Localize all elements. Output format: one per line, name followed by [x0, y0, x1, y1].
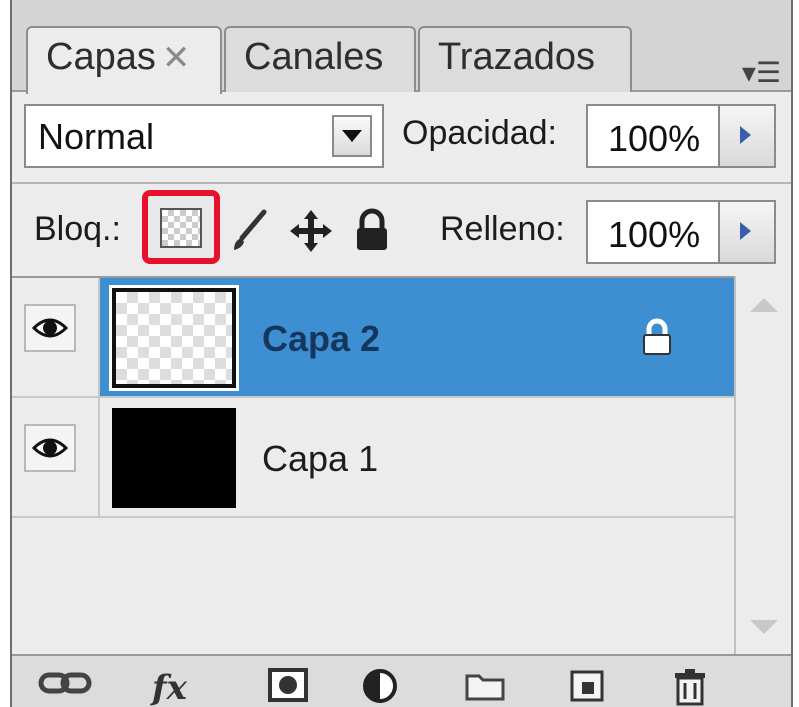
opacity-value: 100% [608, 118, 701, 159]
fx-icon[interactable]: fx [152, 668, 187, 707]
chevron-down-icon[interactable] [332, 115, 372, 157]
fill-value: 100% [608, 214, 701, 255]
trash-icon[interactable] [672, 668, 708, 707]
lock-label: Bloq.: [34, 210, 121, 248]
blend-mode-select[interactable]: Normal [24, 104, 384, 168]
tab-label: Trazados [438, 36, 595, 78]
layer-thumbnail[interactable] [112, 408, 236, 508]
layer-row-capa-2[interactable]: Capa 2 [12, 278, 734, 398]
eye-icon[interactable] [24, 304, 76, 352]
tab-capas[interactable]: Capas ✕ [26, 26, 222, 94]
tab-canales[interactable]: Canales [224, 26, 416, 92]
lock-all-icon[interactable] [352, 208, 392, 262]
tab-label: Canales [244, 36, 384, 78]
blend-mode-value: Normal [38, 116, 155, 157]
panel-menu-icon[interactable]: ▾☰ [742, 56, 781, 89]
fill-slider-button[interactable] [718, 202, 774, 262]
folder-icon[interactable] [464, 668, 506, 707]
layer-name[interactable]: Capa 1 [262, 438, 378, 480]
layers-panel: Capas ✕ Canales Trazados ▾☰ Normal Opacid… [10, 0, 793, 707]
fill-label: Relleno: [440, 210, 565, 248]
move-icon[interactable] [288, 208, 334, 264]
adjustment-icon[interactable] [362, 668, 402, 707]
scroll-up-icon[interactable] [750, 298, 778, 312]
tab-trazados[interactable]: Trazados [418, 26, 632, 92]
opacity-label: Opacidad: [402, 114, 557, 152]
layer-name[interactable]: Capa 2 [262, 318, 380, 360]
opacity-input[interactable]: 100% [586, 104, 776, 168]
layer-thumbnail[interactable] [109, 285, 239, 391]
layers-scrollbar[interactable] [734, 276, 791, 654]
eye-icon[interactable] [24, 424, 76, 472]
layer-row-capa-1[interactable]: Capa 1 [12, 398, 734, 518]
new-layer-icon[interactable] [568, 668, 608, 707]
visibility-cell [12, 398, 100, 516]
lock-transparent-icon [160, 208, 202, 248]
tab-bar: Capas ✕ Canales Trazados ▾☰ [12, 0, 791, 94]
layer-lock-icon [640, 318, 674, 361]
link-icon[interactable] [38, 668, 92, 707]
fill-input[interactable]: 100% [586, 200, 776, 264]
layers-list: Capa 2 Capa 1 [12, 276, 734, 654]
bottom-toolbar: fx [12, 654, 791, 707]
visibility-cell [12, 278, 100, 396]
opacity-slider-button[interactable] [718, 106, 774, 166]
mask-icon[interactable] [268, 668, 308, 707]
brush-icon[interactable] [228, 208, 268, 262]
scroll-down-icon[interactable] [750, 620, 778, 634]
lock-transparent-pixels-button[interactable] [142, 190, 220, 264]
close-icon[interactable]: ✕ [162, 39, 191, 77]
divider [12, 182, 791, 184]
tab-label: Capas [46, 36, 156, 78]
